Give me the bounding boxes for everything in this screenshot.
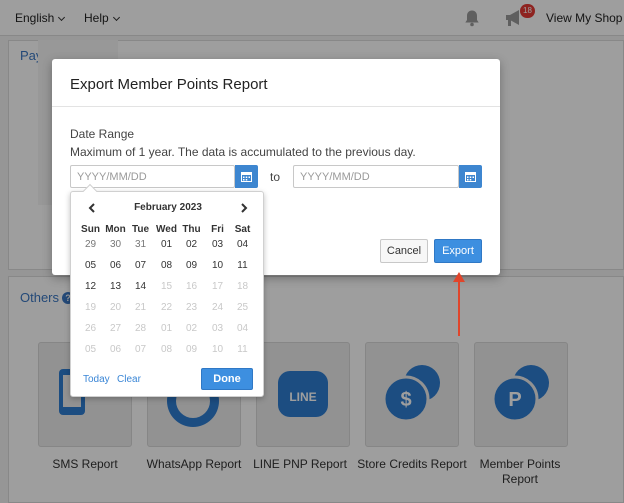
calendar-day[interactable]: 12 — [78, 276, 103, 297]
calendar-icon — [465, 172, 476, 182]
calendar-day: 28 — [134, 323, 147, 334]
calendar-day[interactable]: 08 — [154, 255, 179, 276]
calendar-day: 03 — [211, 323, 224, 334]
calendar-day: 26 — [84, 323, 97, 334]
calendar-day[interactable]: 14 — [128, 276, 153, 297]
start-date-calendar-button[interactable] — [235, 165, 258, 188]
datepicker-popup: February 2023 Sun Mon Tue Wed Thu Fri Sat 29 30 3… — [70, 183, 265, 397]
calendar-day: 08 — [160, 344, 173, 355]
calendar-day[interactable]: 02 — [179, 234, 204, 255]
calendar-day[interactable]: 11 — [230, 255, 255, 276]
calendar-day: 09 — [185, 344, 198, 355]
end-date-input[interactable] — [293, 165, 459, 188]
calendar-day: 24 — [211, 302, 224, 313]
calendar-day: 02 — [185, 323, 198, 334]
to-label: to — [270, 170, 281, 184]
calendar-day: 22 — [160, 302, 173, 313]
calendar-day[interactable]: 03 — [205, 234, 230, 255]
calendar-day: 11 — [237, 344, 248, 355]
calendar-day: 23 — [185, 302, 198, 313]
calendar-day: 18 — [236, 281, 249, 292]
chevron-right-icon[interactable] — [237, 201, 251, 215]
calendar-day[interactable]: 13 — [103, 276, 128, 297]
export-button[interactable]: Export — [434, 239, 482, 263]
calendar-day[interactable]: 09 — [179, 255, 204, 276]
calendar-day: 15 — [160, 281, 173, 292]
calendar-day: 17 — [211, 281, 224, 292]
calendar-day[interactable]: 01 — [154, 234, 179, 255]
datepicker-clear-link[interactable]: Clear — [117, 374, 141, 385]
max-range-note: Maximum of 1 year. The data is accumulat… — [70, 145, 416, 159]
calendar-day[interactable]: 07 — [128, 255, 153, 276]
calendar-day: 04 — [236, 323, 249, 334]
annotation-arrow-icon — [453, 272, 465, 336]
calendar-day: 07 — [134, 344, 147, 355]
calendar-icon — [241, 172, 252, 182]
calendar-day[interactable]: 31 — [128, 234, 153, 255]
modal-divider — [52, 106, 500, 107]
datepicker-today-link[interactable]: Today — [83, 374, 110, 385]
calendar-day[interactable]: 05 — [78, 255, 103, 276]
date-range-label: Date Range — [70, 127, 135, 141]
calendar-day[interactable]: 04 — [230, 234, 255, 255]
calendar-day: 21 — [134, 302, 147, 313]
calendar-day[interactable]: 30 — [103, 234, 128, 255]
calendar-day: 05 — [84, 344, 97, 355]
cancel-button[interactable]: Cancel — [380, 239, 428, 263]
modal-title: Export Member Points Report — [70, 76, 268, 93]
start-date-input[interactable] — [70, 165, 235, 188]
calendar-day[interactable]: 29 — [78, 234, 103, 255]
calendar-day: 06 — [109, 344, 122, 355]
calendar-day: 16 — [185, 281, 198, 292]
calendar-day: 19 — [84, 302, 97, 313]
calendar-day: 20 — [109, 302, 122, 313]
calendar-day: 01 — [160, 323, 173, 334]
calendar-day[interactable]: 06 — [103, 255, 128, 276]
end-date-calendar-button[interactable] — [459, 165, 482, 188]
calendar-day: 27 — [109, 323, 122, 334]
calendar-day: 10 — [211, 344, 224, 355]
datepicker-done-button[interactable]: Done — [201, 368, 253, 390]
datepicker-month-label[interactable]: February 2023 — [71, 202, 265, 213]
calendar-day: 25 — [236, 302, 249, 313]
calendar-day[interactable]: 10 — [205, 255, 230, 276]
